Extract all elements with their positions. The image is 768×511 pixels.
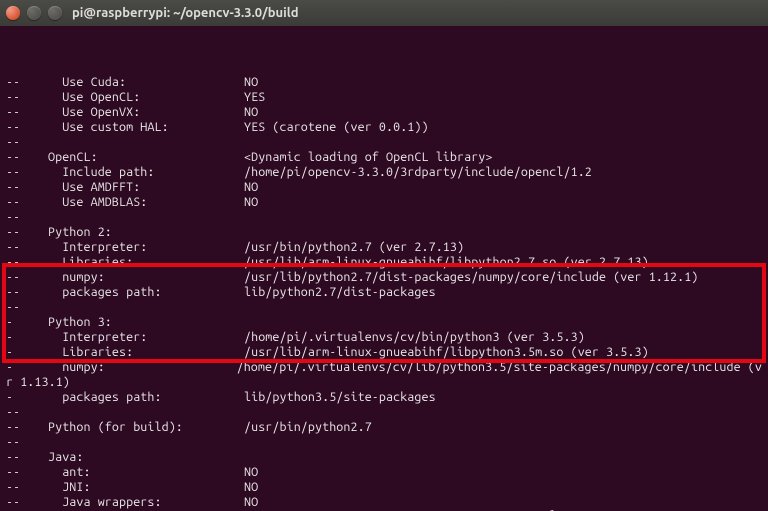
terminal-line: -- Use OpenCL:YES (6, 90, 762, 105)
terminal-line: -- numpy:/usr/lib/python2.7/dist-package… (6, 270, 762, 285)
terminal-line: -- (6, 405, 762, 420)
terminal-line: -- ant:NO (6, 465, 762, 480)
terminal-line: -- Python (for build):/usr/bin/python2.7 (6, 420, 762, 435)
terminal-line: -- Java wrappers:NO (6, 495, 762, 510)
terminal-output[interactable]: ⬉ -- Use Cuda:NO-- Use OpenCL:YES-- Use … (0, 26, 768, 511)
terminal-line: -- (6, 210, 762, 225)
terminal-line: - Python 3: (6, 315, 762, 330)
maximize-icon[interactable] (48, 6, 62, 20)
terminal-line: -- (6, 435, 762, 450)
terminal-line: -- Use OpenVX:NO (6, 105, 762, 120)
terminal-line: - numpy:/home/pi/.virtualenvs/cv/lib/pyt… (6, 360, 762, 375)
window-titlebar: pi@raspberrypi: ~/opencv-3.3.0/build (0, 0, 768, 26)
terminal-line: -- Use Cuda:NO (6, 75, 762, 90)
terminal-line: -- Include path:/home/pi/opencv-3.3.0/3r… (6, 165, 762, 180)
terminal-line: -- packages path:lib/python2.7/dist-pack… (6, 285, 762, 300)
terminal-line: -- (6, 135, 762, 150)
terminal-line: - Libraries:/usr/lib/arm-linux-gnueabihf… (6, 345, 762, 360)
terminal-line: -- JNI:NO (6, 480, 762, 495)
terminal-line: -- Use AMDFFT:NO (6, 180, 762, 195)
terminal-line: - packages path:lib/python3.5/site-packa… (6, 390, 762, 405)
minimize-icon[interactable] (27, 6, 41, 20)
terminal-line: r 1.13.1) (6, 375, 762, 390)
terminal-line: -- Use AMDBLAS:NO (6, 195, 762, 210)
terminal-line: -- Libraries:/usr/lib/arm-linux-gnueabih… (6, 255, 762, 270)
window-title: pi@raspberrypi: ~/opencv-3.3.0/build (72, 6, 298, 21)
close-icon[interactable] (6, 6, 20, 20)
terminal-line: -- Python 2: (6, 225, 762, 240)
terminal-line: - Interpreter:/home/pi/.virtualenvs/cv/b… (6, 330, 762, 345)
terminal-line: -- Interpreter:/usr/bin/python2.7 (ver 2… (6, 240, 762, 255)
terminal-line: -- Java: (6, 450, 762, 465)
terminal-line: -- (6, 300, 762, 315)
terminal-line: -- Use custom HAL:YES (carotene (ver 0.0… (6, 120, 762, 135)
terminal-line: -- OpenCL:<Dynamic loading of OpenCL lib… (6, 150, 762, 165)
